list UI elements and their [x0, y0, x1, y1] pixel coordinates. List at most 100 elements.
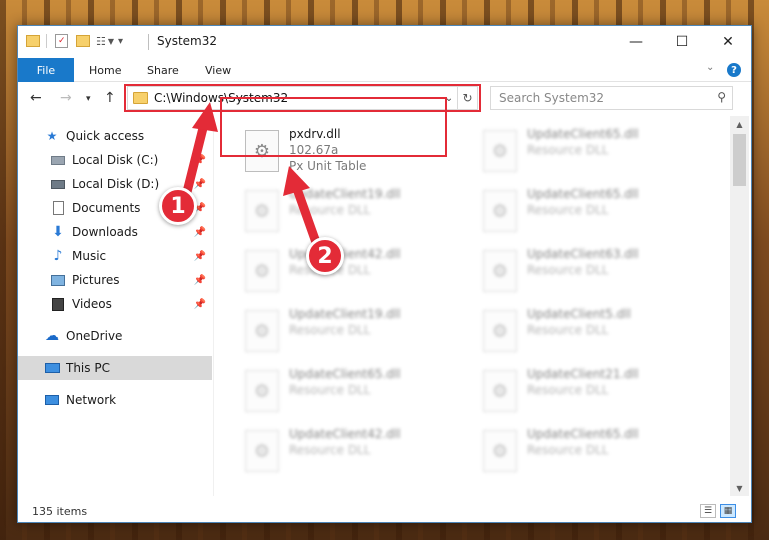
- list-item[interactable]: ⚙ UpdateClient65.dll Resource DLL: [239, 362, 469, 420]
- scrollbar-thumb[interactable]: [733, 134, 746, 186]
- drive-icon: [50, 177, 66, 191]
- sidebar-item-music[interactable]: ♪ Music 📌: [18, 244, 212, 268]
- maximize-button[interactable]: ☐: [659, 26, 705, 58]
- sidebar-item-label: This PC: [66, 361, 110, 375]
- file-name: UpdateClient65.dll: [527, 187, 639, 201]
- tab-home[interactable]: Home: [89, 58, 121, 82]
- dll-file-icon: ⚙: [245, 190, 279, 232]
- new-folder-icon[interactable]: [76, 35, 90, 47]
- sidebar-item-label: Local Disk (D:): [72, 177, 160, 191]
- dll-file-icon: ⚙: [483, 250, 517, 292]
- sidebar-item-label: Downloads: [72, 225, 138, 239]
- file-name: UpdateClient5.dll: [527, 307, 631, 321]
- up-arrow-icon[interactable]: ↑: [104, 90, 116, 106]
- scroll-down-icon[interactable]: ▼: [730, 480, 749, 496]
- pin-icon[interactable]: 📌: [194, 251, 206, 262]
- close-icon: ✕: [722, 34, 734, 50]
- sidebar-item-videos[interactable]: Videos 📌: [18, 292, 212, 316]
- list-item[interactable]: ⚙ UpdateClient19.dll Resource DLL: [239, 182, 469, 240]
- minimize-button[interactable]: —: [613, 26, 659, 58]
- details-view-icon[interactable]: ☰: [700, 504, 716, 518]
- file-name: UpdateClient63.dll: [527, 247, 639, 261]
- file-type: Resource DLL: [527, 383, 609, 397]
- list-item[interactable]: ⚙ UpdateClient21.dll Resource DLL: [477, 362, 707, 420]
- dll-file-icon: ⚙: [483, 430, 517, 472]
- file-name: UpdateClient21.dll: [527, 367, 639, 381]
- list-item[interactable]: ⚙ UpdateClient65.dll Resource DLL: [477, 422, 707, 480]
- drive-icon: [50, 153, 66, 167]
- vertical-scrollbar[interactable]: ▲ ▼: [730, 116, 749, 496]
- title-separator: [148, 34, 149, 50]
- file-name: UpdateClient19.dll: [289, 187, 401, 201]
- dll-file-icon: ⚙: [483, 370, 517, 412]
- close-button[interactable]: ✕: [705, 26, 751, 58]
- tab-share[interactable]: Share: [147, 58, 179, 82]
- sidebar-item-label: OneDrive: [66, 329, 123, 343]
- pin-icon[interactable]: 📌: [194, 227, 206, 238]
- back-arrow-icon[interactable]: ←: [30, 90, 42, 106]
- list-item[interactable]: ⚙ UpdateClient65.dll Resource DLL: [477, 122, 707, 180]
- search-icon[interactable]: ⚲: [717, 90, 726, 104]
- properties-icon[interactable]: ✓: [55, 34, 68, 48]
- videos-icon: [50, 297, 66, 311]
- sidebar-item-onedrive[interactable]: ☁ OneDrive: [18, 324, 212, 348]
- dll-file-icon: ⚙: [483, 130, 517, 172]
- dll-file-icon: ⚙: [245, 430, 279, 472]
- pin-icon[interactable]: 📌: [194, 155, 206, 166]
- pin-icon[interactable]: 📌: [194, 299, 206, 310]
- status-bar: 135 items ☰ ▦: [18, 500, 751, 522]
- pictures-icon: [50, 273, 66, 287]
- window-title: System32: [157, 34, 218, 48]
- file-name: UpdateClient65.dll: [527, 427, 639, 441]
- music-icon: ♪: [53, 248, 63, 264]
- sidebar-item-quick-access[interactable]: ★ Quick access: [18, 124, 212, 148]
- list-item[interactable]: ⚙ UpdateClient65.dll Resource DLL: [477, 182, 707, 240]
- list-item[interactable]: ⚙ UpdateClient42.dllResource DLL: [239, 242, 469, 300]
- toolbar-separator: [46, 34, 47, 48]
- pin-icon[interactable]: 📌: [194, 275, 206, 286]
- network-icon: [44, 393, 60, 407]
- help-icon[interactable]: ?: [727, 63, 741, 77]
- file-name: UpdateClient65.dll: [289, 367, 401, 381]
- file-type: Resource DLL: [289, 263, 371, 277]
- sidebar-item-network[interactable]: Network: [18, 388, 212, 412]
- pin-icon[interactable]: 📌: [194, 179, 206, 190]
- list-item[interactable]: ⚙ UpdateClient63.dll Resource DLL: [477, 242, 707, 300]
- tab-view[interactable]: View: [205, 58, 231, 82]
- file-type: Resource DLL: [527, 323, 609, 337]
- sidebar-item-label: Music: [72, 249, 107, 263]
- sidebar-item-this-pc[interactable]: This PC: [18, 356, 212, 380]
- scroll-up-icon[interactable]: ▲: [730, 116, 749, 132]
- list-item[interactable]: ⚙ UpdateClient19.dll Resource DLL: [239, 302, 469, 360]
- folder-icon[interactable]: [26, 35, 40, 47]
- tab-file[interactable]: File: [18, 58, 74, 82]
- documents-icon: [50, 201, 66, 215]
- list-item[interactable]: ⚙ UpdateClient5.dll Resource DLL: [477, 302, 707, 360]
- large-icons-view-icon[interactable]: ▦: [720, 504, 736, 518]
- file-type: Resource DLL: [527, 143, 609, 157]
- download-icon: ⬇: [52, 224, 64, 240]
- file-type: Resource DLL: [289, 443, 371, 457]
- recent-locations-icon[interactable]: ▾: [86, 94, 91, 104]
- sidebar-item-local-disk-c[interactable]: Local Disk (C:) 📌: [18, 148, 212, 172]
- customize-icon[interactable]: ☷: [96, 35, 106, 48]
- minimize-icon: —: [629, 34, 643, 50]
- file-type: Resource DLL: [527, 203, 609, 217]
- chevron-down-icon[interactable]: ▼: [108, 37, 114, 46]
- dll-file-icon: ⚙: [245, 370, 279, 412]
- file-list: ⚙ pxdrv.dll 102.67a Px Unit Table ⚙ Upda…: [215, 116, 730, 496]
- ribbon-expand-icon[interactable]: ⌄: [706, 62, 714, 73]
- step-1-badge: 1: [159, 187, 197, 225]
- customize-toolbar-icon[interactable]: ▾: [118, 36, 123, 47]
- maximize-icon: ☐: [675, 34, 689, 50]
- forward-arrow-icon[interactable]: →: [60, 90, 72, 106]
- sidebar-item-label: Pictures: [72, 273, 120, 287]
- search-input[interactable]: Search System32 ⚲: [490, 86, 733, 110]
- sidebar-item-pictures[interactable]: Pictures 📌: [18, 268, 212, 292]
- sidebar-item-label: Local Disk (C:): [72, 153, 159, 167]
- file-type: Resource DLL: [289, 323, 371, 337]
- list-item[interactable]: ⚙ UpdateClient42.dllResource DLL: [239, 422, 469, 480]
- dll-file-icon: ⚙: [483, 190, 517, 232]
- dll-file-icon: ⚙: [483, 310, 517, 352]
- quick-access-toolbar: ✓ ☷ ▼ ▾: [26, 34, 123, 48]
